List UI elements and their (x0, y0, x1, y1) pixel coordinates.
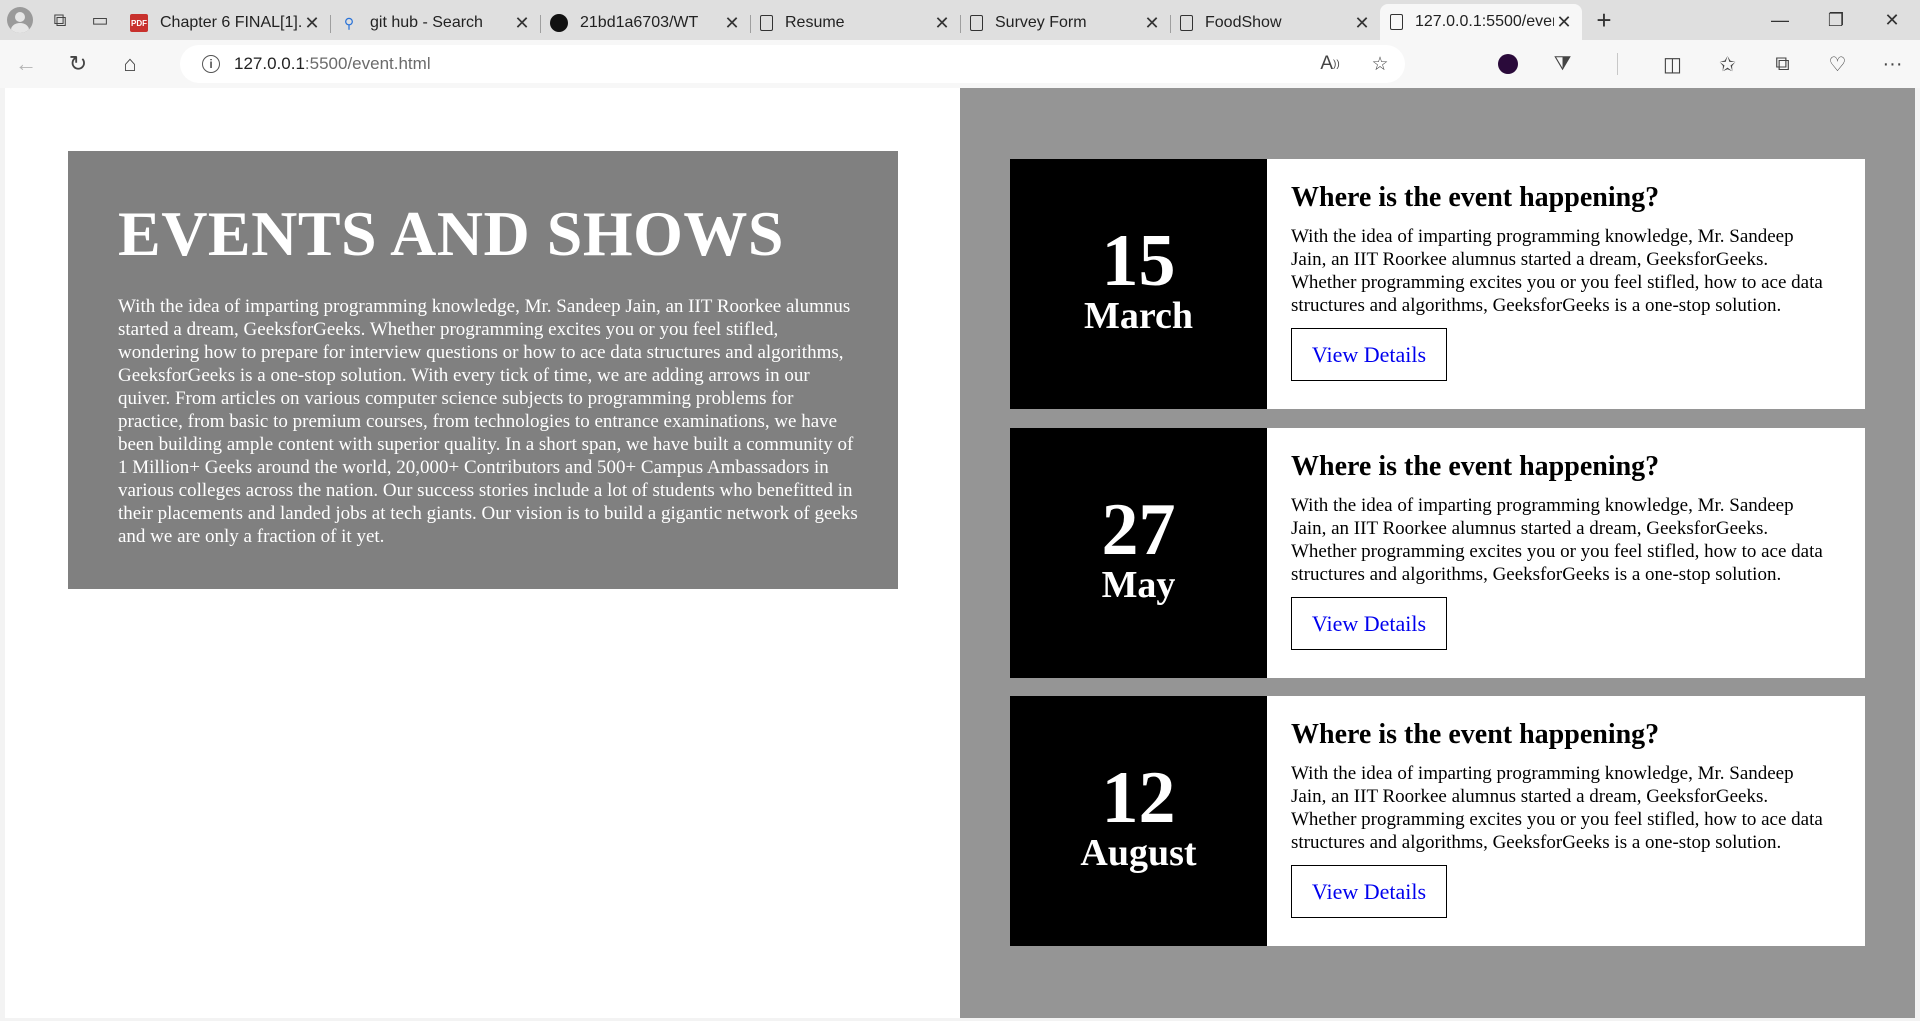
browser-essentials-icon[interactable]: ♡ (1810, 42, 1865, 86)
event-day: 15 (1101, 220, 1176, 302)
view-details-button[interactable]: View Details (1291, 865, 1447, 918)
url-text: 127.0.0.1:5500/event.html (234, 54, 431, 73)
search-icon: ⚲ (343, 14, 355, 31)
tab-github-search[interactable]: ⚲ git hub - Search ✕ (330, 7, 540, 39)
github-icon (550, 14, 568, 32)
extensions-puzzle-icon[interactable]: ⧩ (1535, 42, 1590, 86)
tab-github-repo[interactable]: 21bd1a6703/WT ✕ (540, 7, 750, 39)
avatar-icon (7, 7, 33, 33)
home-button[interactable]: ⌂ (104, 42, 156, 86)
more-menu-icon[interactable]: ··· (1865, 42, 1920, 86)
tab-actions-icon[interactable]: ▭ (80, 0, 120, 40)
tab-foodshow[interactable]: FoodShow ✕ (1170, 7, 1380, 39)
back-button[interactable]: ← (0, 42, 52, 86)
event-month: August (1080, 832, 1197, 874)
close-tab-icon[interactable]: ✕ (302, 13, 322, 34)
event-month: May (1101, 564, 1176, 606)
workspaces-icon[interactable]: ⧉ (40, 0, 80, 40)
hero-box: EVENTS AND SHOWS With the idea of impart… (68, 151, 898, 589)
refresh-button[interactable]: ↻ (52, 42, 104, 86)
favorite-star-icon[interactable]: ☆ (1355, 53, 1405, 76)
tab-title: 127.0.0.1:5500/event.html (1415, 13, 1554, 30)
split-screen-icon[interactable]: ◫ (1645, 42, 1700, 86)
events-panel: 15 March Where is the event happening? W… (960, 88, 1915, 1018)
event-details: Where is the event happening? With the i… (1267, 696, 1865, 946)
profile-button[interactable] (0, 0, 40, 40)
close-tab-icon[interactable]: ✕ (1352, 13, 1372, 34)
page-icon (1180, 15, 1193, 31)
close-tab-icon[interactable]: ✕ (512, 13, 532, 34)
collections-icon[interactable]: ⧉ (1755, 42, 1810, 86)
event-text: With the idea of imparting programming k… (1291, 763, 1823, 853)
event-day: 12 (1101, 757, 1176, 839)
view-details-button[interactable]: View Details (1291, 328, 1447, 381)
event-heading: Where is the event happening? (1291, 719, 1660, 750)
event-text: With the idea of imparting programming k… (1291, 495, 1823, 585)
event-date: 15 March (1010, 159, 1267, 409)
close-tab-icon[interactable]: ✕ (932, 13, 952, 34)
event-date: 27 May (1010, 428, 1267, 678)
event-date: 12 August (1010, 696, 1267, 946)
toolbar-actions: ⧩ ◫ ✩ ⧉ ♡ ··· (1480, 40, 1920, 88)
event-month: March (1083, 295, 1194, 337)
close-tab-icon[interactable]: ✕ (722, 13, 742, 34)
tab-resume[interactable]: Resume ✕ (750, 7, 960, 39)
address-bar[interactable]: i 127.0.0.1:5500/event.html A)) ☆ (180, 45, 1405, 83)
favorites-icon[interactable]: ✩ (1700, 42, 1755, 86)
page-icon (760, 15, 773, 31)
restore-icon[interactable]: ❐ (1808, 0, 1864, 40)
tab-title: Chapter 6 FINAL[1].pdf (160, 14, 302, 31)
separator (1590, 42, 1645, 86)
tab-survey-form[interactable]: Survey Form ✕ (960, 7, 1170, 39)
pdf-icon: PDF (130, 14, 148, 32)
left-section: EVENTS AND SHOWS With the idea of impart… (5, 88, 960, 1018)
extension-icon[interactable] (1480, 42, 1535, 86)
close-tab-icon[interactable]: ✕ (1554, 12, 1574, 33)
minimize-icon[interactable]: — (1752, 0, 1808, 40)
tab-title: FoodShow (1205, 14, 1282, 31)
page-icon (1390, 14, 1403, 30)
event-day: 27 (1101, 489, 1176, 571)
event-details: Where is the event happening? With the i… (1267, 159, 1865, 409)
tab-title: 21bd1a6703/WT (580, 14, 699, 31)
tab-chapter6-pdf[interactable]: PDF Chapter 6 FINAL[1].pdf ✕ (120, 7, 330, 39)
tab-title: Resume (785, 14, 845, 31)
view-details-button[interactable]: View Details (1291, 597, 1447, 650)
event-text: With the idea of imparting programming k… (1291, 226, 1823, 316)
window-close-icon[interactable]: ✕ (1864, 0, 1920, 40)
tab-strip: ⧉ ▭ PDF Chapter 6 FINAL[1].pdf ✕ ⚲ git h… (0, 0, 1920, 40)
site-info-icon[interactable]: i (202, 55, 220, 73)
tab-title: Survey Form (995, 14, 1087, 31)
event-card: 15 March Where is the event happening? W… (1010, 159, 1865, 409)
page-viewport: EVENTS AND SHOWS With the idea of impart… (5, 88, 1915, 1018)
page-icon (970, 15, 983, 31)
event-heading: Where is the event happening? (1291, 451, 1660, 482)
event-heading: Where is the event happening? (1291, 182, 1660, 213)
browser-toolbar: ← ↻ ⌂ i 127.0.0.1:5500/event.html A)) ☆ … (0, 40, 1920, 88)
read-aloud-icon[interactable]: A)) (1305, 53, 1355, 75)
new-tab-button[interactable]: + (1582, 0, 1626, 40)
tab-title: git hub - Search (370, 14, 483, 31)
hero-description: With the idea of imparting programming k… (118, 296, 858, 547)
window-controls: — ❐ ✕ (1752, 0, 1920, 40)
page-title: EVENTS AND SHOWS (118, 198, 784, 269)
event-card: 12 August Where is the event happening? … (1010, 696, 1865, 946)
tab-event-html[interactable]: 127.0.0.1:5500/event.html ✕ (1380, 4, 1582, 40)
event-details: Where is the event happening? With the i… (1267, 428, 1865, 678)
event-card: 27 May Where is the event happening? Wit… (1010, 428, 1865, 678)
close-tab-icon[interactable]: ✕ (1142, 13, 1162, 34)
